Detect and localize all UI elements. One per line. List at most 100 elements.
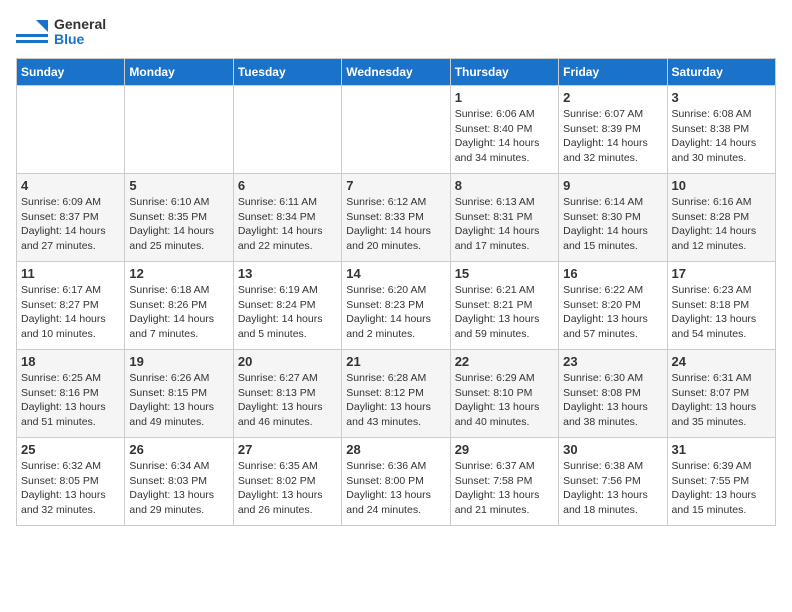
calendar-cell: 19Sunrise: 6:26 AM Sunset: 8:15 PM Dayli… bbox=[125, 350, 233, 438]
day-info: Sunrise: 6:21 AM Sunset: 8:21 PM Dayligh… bbox=[455, 283, 554, 342]
calendar-cell: 17 Sunrise: 6:23 AM Sunset: 8:18 PM Dayli… bbox=[667, 262, 775, 350]
day-number: 31 bbox=[672, 442, 771, 457]
calendar-cell: 5 Sunrise: 6:10 AM Sunset: 8:35 PM Daylig… bbox=[125, 174, 233, 262]
calendar-cell bbox=[125, 86, 233, 174]
header-thursday: Thursday bbox=[450, 59, 558, 86]
calendar-cell: 8Sunrise: 6:13 AM Sunset: 8:31 PM Daylig… bbox=[450, 174, 558, 262]
calendar-table: SundayMondayTuesdayWednesdayThursdayFrid… bbox=[16, 58, 776, 526]
logo-block: General Blue bbox=[16, 16, 106, 48]
calendar-cell: 3Sunrise: 6:08 AM Sunset: 8:38 PM Daylig… bbox=[667, 86, 775, 174]
calendar-cell bbox=[342, 86, 450, 174]
header-sunday: Sunday bbox=[17, 59, 125, 86]
calendar-cell bbox=[233, 86, 341, 174]
day-number: 16 bbox=[563, 266, 662, 281]
day-number: 27 bbox=[238, 442, 337, 457]
day-number: 5 bbox=[129, 178, 228, 193]
page-header: General Blue bbox=[16, 16, 776, 48]
day-info: Sunrise: 6:36 AM Sunset: 8:00 PM Dayligh… bbox=[346, 459, 445, 518]
day-info: Sunrise: 6:08 AM Sunset: 8:38 PM Dayligh… bbox=[672, 107, 771, 166]
header-wednesday: Wednesday bbox=[342, 59, 450, 86]
day-info: Sunrise: 6:35 AM Sunset: 8:02 PM Dayligh… bbox=[238, 459, 337, 518]
logo-text-general: General bbox=[54, 17, 106, 32]
calendar-cell: 28 Sunrise: 6:36 AM Sunset: 8:00 PM Dayli… bbox=[342, 438, 450, 526]
day-info: Sunrise: 6:32 AM Sunset: 8:05 PM Dayligh… bbox=[21, 459, 120, 518]
day-info: Sunrise: 6:38 AM Sunset: 7:56 PM Dayligh… bbox=[563, 459, 662, 518]
day-info: Sunrise: 6:10 AM Sunset: 8:35 PM Dayligh… bbox=[129, 195, 228, 254]
day-info: Sunrise: 6:20 AM Sunset: 8:23 PM Dayligh… bbox=[346, 283, 445, 342]
logo: General Blue bbox=[16, 16, 106, 48]
day-info: Sunrise: 6:16 AM Sunset: 8:28 PM Dayligh… bbox=[672, 195, 771, 254]
day-number: 24 bbox=[672, 354, 771, 369]
day-number: 11 bbox=[21, 266, 120, 281]
calendar-cell: 12 Sunrise: 6:18 AM Sunset: 8:26 PM Dayli… bbox=[125, 262, 233, 350]
day-number: 22 bbox=[455, 354, 554, 369]
calendar-cell: 15 Sunrise: 6:21 AM Sunset: 8:21 PM Dayli… bbox=[450, 262, 558, 350]
calendar-week-3: 11 Sunrise: 6:17 AM Sunset: 8:27 PM Dayli… bbox=[17, 262, 776, 350]
day-info: Sunrise: 6:17 AM Sunset: 8:27 PM Dayligh… bbox=[21, 283, 120, 342]
day-number: 13 bbox=[238, 266, 337, 281]
day-info: Sunrise: 6:39 AM Sunset: 7:55 PM Dayligh… bbox=[672, 459, 771, 518]
day-number: 12 bbox=[129, 266, 228, 281]
calendar-cell: 24 Sunrise: 6:31 AM Sunset: 8:07 PM Dayli… bbox=[667, 350, 775, 438]
day-info: Sunrise: 6:27 AM Sunset: 8:13 PM Dayligh… bbox=[238, 371, 337, 430]
day-number: 28 bbox=[346, 442, 445, 457]
day-info: Sunrise: 6:26 AM Sunset: 8:15 PM Dayligh… bbox=[129, 371, 228, 430]
day-info: Sunrise: 6:12 AM Sunset: 8:33 PM Dayligh… bbox=[346, 195, 445, 254]
calendar-header-row: SundayMondayTuesdayWednesdayThursdayFrid… bbox=[17, 59, 776, 86]
day-info: Sunrise: 6:18 AM Sunset: 8:26 PM Dayligh… bbox=[129, 283, 228, 342]
day-info: Sunrise: 6:28 AM Sunset: 8:12 PM Dayligh… bbox=[346, 371, 445, 430]
calendar-cell: 25 Sunrise: 6:32 AM Sunset: 8:05 PM Dayli… bbox=[17, 438, 125, 526]
calendar-cell: 18Sunrise: 6:25 AM Sunset: 8:16 PM Dayli… bbox=[17, 350, 125, 438]
day-info: Sunrise: 6:22 AM Sunset: 8:20 PM Dayligh… bbox=[563, 283, 662, 342]
day-number: 7 bbox=[346, 178, 445, 193]
calendar-week-2: 4Sunrise: 6:09 AM Sunset: 8:37 PM Daylig… bbox=[17, 174, 776, 262]
header-tuesday: Tuesday bbox=[233, 59, 341, 86]
day-number: 26 bbox=[129, 442, 228, 457]
calendar-cell: 10 Sunrise: 6:16 AM Sunset: 8:28 PM Dayli… bbox=[667, 174, 775, 262]
day-number: 23 bbox=[563, 354, 662, 369]
calendar-cell: 9Sunrise: 6:14 AM Sunset: 8:30 PM Daylig… bbox=[559, 174, 667, 262]
calendar-cell: 6 Sunrise: 6:11 AM Sunset: 8:34 PM Daylig… bbox=[233, 174, 341, 262]
calendar-cell: 7 Sunrise: 6:12 AM Sunset: 8:33 PM Daylig… bbox=[342, 174, 450, 262]
day-number: 25 bbox=[21, 442, 120, 457]
calendar-cell: 2 Sunrise: 6:07 AM Sunset: 8:39 PM Daylig… bbox=[559, 86, 667, 174]
day-info: Sunrise: 6:25 AM Sunset: 8:16 PM Dayligh… bbox=[21, 371, 120, 430]
day-number: 30 bbox=[563, 442, 662, 457]
day-info: Sunrise: 6:19 AM Sunset: 8:24 PM Dayligh… bbox=[238, 283, 337, 342]
calendar-cell bbox=[17, 86, 125, 174]
calendar-cell: 14 Sunrise: 6:20 AM Sunset: 8:23 PM Dayli… bbox=[342, 262, 450, 350]
header-friday: Friday bbox=[559, 59, 667, 86]
calendar-week-5: 25 Sunrise: 6:32 AM Sunset: 8:05 PM Dayli… bbox=[17, 438, 776, 526]
day-info: Sunrise: 6:06 AM Sunset: 8:40 PM Dayligh… bbox=[455, 107, 554, 166]
day-number: 2 bbox=[563, 90, 662, 105]
logo-text-blue: Blue bbox=[54, 32, 106, 47]
day-info: Sunrise: 6:07 AM Sunset: 8:39 PM Dayligh… bbox=[563, 107, 662, 166]
day-number: 29 bbox=[455, 442, 554, 457]
calendar-cell: 16 Sunrise: 6:22 AM Sunset: 8:20 PM Dayli… bbox=[559, 262, 667, 350]
calendar-cell: 4Sunrise: 6:09 AM Sunset: 8:37 PM Daylig… bbox=[17, 174, 125, 262]
day-number: 15 bbox=[455, 266, 554, 281]
calendar-cell: 29 Sunrise: 6:37 AM Sunset: 7:58 PM Dayli… bbox=[450, 438, 558, 526]
day-info: Sunrise: 6:34 AM Sunset: 8:03 PM Dayligh… bbox=[129, 459, 228, 518]
calendar-cell: 1Sunrise: 6:06 AM Sunset: 8:40 PM Daylig… bbox=[450, 86, 558, 174]
day-info: Sunrise: 6:29 AM Sunset: 8:10 PM Dayligh… bbox=[455, 371, 554, 430]
day-info: Sunrise: 6:23 AM Sunset: 8:18 PM Dayligh… bbox=[672, 283, 771, 342]
day-info: Sunrise: 6:14 AM Sunset: 8:30 PM Dayligh… bbox=[563, 195, 662, 254]
day-info: Sunrise: 6:09 AM Sunset: 8:37 PM Dayligh… bbox=[21, 195, 120, 254]
day-number: 21 bbox=[346, 354, 445, 369]
logo-svg bbox=[16, 16, 48, 48]
day-number: 14 bbox=[346, 266, 445, 281]
calendar-cell: 21 Sunrise: 6:28 AM Sunset: 8:12 PM Dayli… bbox=[342, 350, 450, 438]
calendar-cell: 23Sunrise: 6:30 AM Sunset: 8:08 PM Dayli… bbox=[559, 350, 667, 438]
day-number: 6 bbox=[238, 178, 337, 193]
calendar-cell: 11 Sunrise: 6:17 AM Sunset: 8:27 PM Dayli… bbox=[17, 262, 125, 350]
day-number: 8 bbox=[455, 178, 554, 193]
day-info: Sunrise: 6:37 AM Sunset: 7:58 PM Dayligh… bbox=[455, 459, 554, 518]
calendar-week-4: 18Sunrise: 6:25 AM Sunset: 8:16 PM Dayli… bbox=[17, 350, 776, 438]
day-info: Sunrise: 6:31 AM Sunset: 8:07 PM Dayligh… bbox=[672, 371, 771, 430]
day-number: 17 bbox=[672, 266, 771, 281]
day-info: Sunrise: 6:11 AM Sunset: 8:34 PM Dayligh… bbox=[238, 195, 337, 254]
day-number: 20 bbox=[238, 354, 337, 369]
calendar-week-1: 1Sunrise: 6:06 AM Sunset: 8:40 PM Daylig… bbox=[17, 86, 776, 174]
day-number: 10 bbox=[672, 178, 771, 193]
